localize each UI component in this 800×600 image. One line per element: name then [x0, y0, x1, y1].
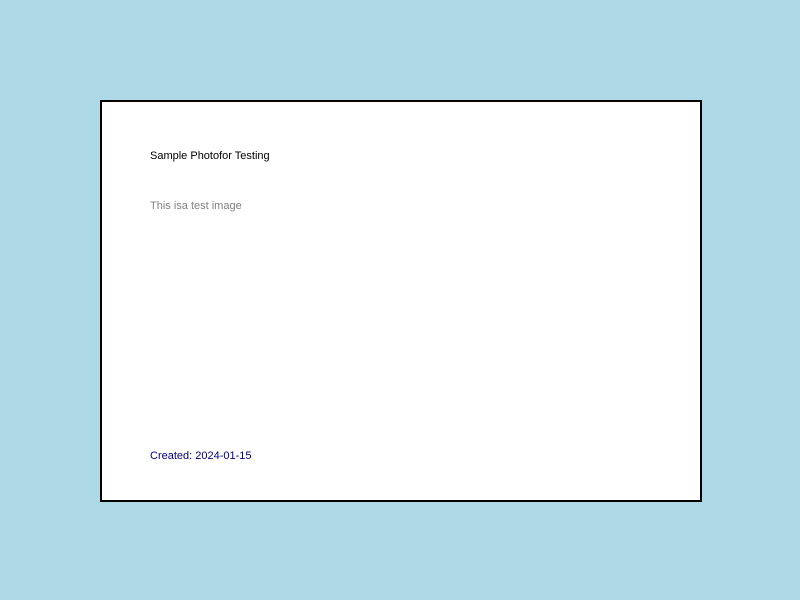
image-card: Sample Photofor Testing This isa test im…: [100, 100, 702, 502]
card-description: This isa test image: [150, 200, 242, 212]
created-date: Created: 2024-01-15: [150, 450, 252, 462]
card-title: Sample Photofor Testing: [150, 150, 270, 162]
